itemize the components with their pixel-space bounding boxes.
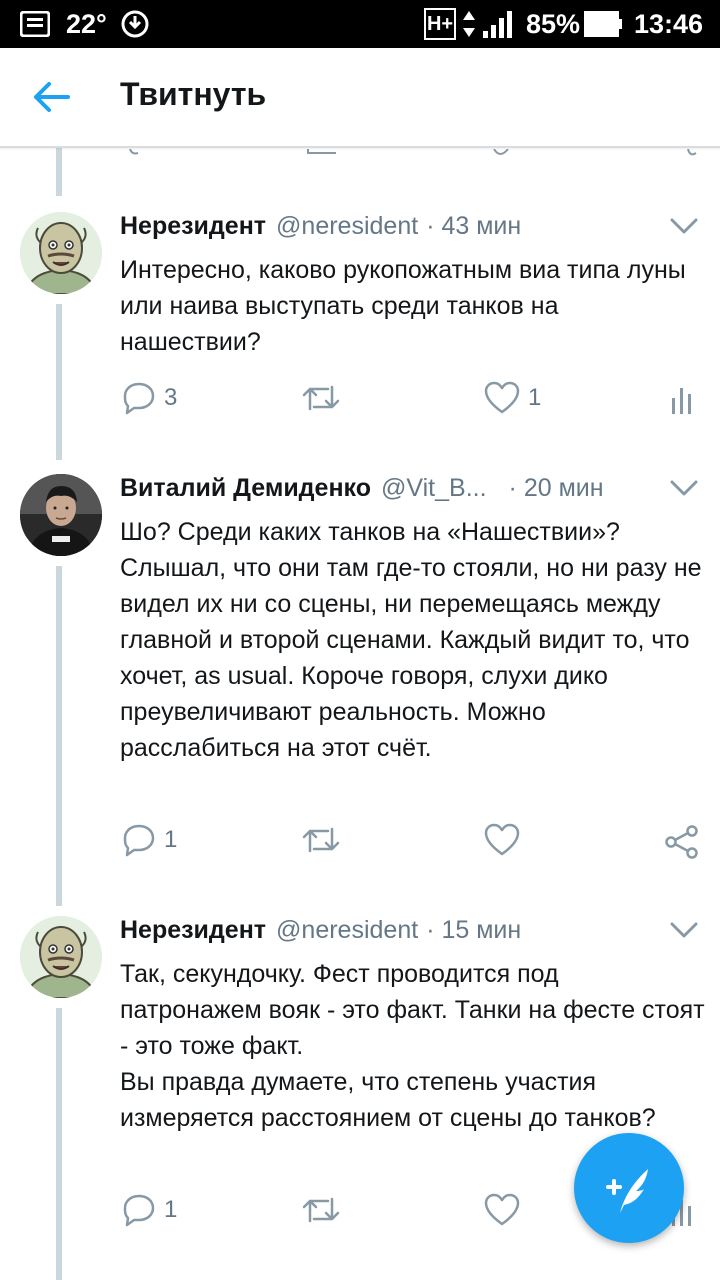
analytics-button[interactable] <box>670 380 694 420</box>
signal-icon <box>482 0 516 48</box>
battery-icon <box>584 0 624 48</box>
sync-icon <box>120 0 150 48</box>
retweet-button[interactable] <box>300 378 342 418</box>
page-title: Твитнуть <box>120 76 267 112</box>
reply-count: 1 <box>164 1196 178 1223</box>
app-bar: Твитнуть <box>0 48 720 148</box>
reply-button[interactable]: 1 <box>122 1190 177 1230</box>
tweet[interactable]: Виталий Демиденко @Vit_B... · 20 мин Шо?… <box>0 474 720 874</box>
compose-tweet-button[interactable] <box>574 1133 684 1243</box>
chevron-down-icon <box>670 480 698 496</box>
avatar-photo-man-image <box>20 474 102 556</box>
retweet-icon <box>302 385 340 411</box>
thread-line <box>56 146 62 196</box>
network-type-badge: H+ <box>424 0 456 48</box>
back-arrow-icon <box>34 82 70 112</box>
battery-percent: 85% <box>526 8 581 39</box>
author-name[interactable]: Виталий Демиденко <box>120 474 371 503</box>
tweet-menu-button[interactable] <box>668 214 700 238</box>
reply-count: 1 <box>164 826 178 853</box>
chevron-down-icon <box>670 922 698 938</box>
reply-icon <box>123 824 155 857</box>
reply-count: 3 <box>164 384 178 411</box>
tweet-menu-button[interactable] <box>668 918 700 942</box>
tweet-text: Так, секундочку. Фест проводится под пат… <box>120 960 705 1132</box>
avatar[interactable] <box>20 212 102 294</box>
heart-icon <box>484 381 520 414</box>
avatar[interactable] <box>20 474 102 556</box>
tweet-time: · 15 мин <box>426 916 522 944</box>
avatar[interactable] <box>20 916 102 998</box>
heart-icon <box>484 1193 520 1226</box>
author-name[interactable]: Нерезидент <box>120 916 266 945</box>
previous-tweet-actions <box>0 148 720 160</box>
reply-button[interactable]: 1 <box>122 820 177 860</box>
weather-temperature: 22° <box>66 8 107 39</box>
tweet-time: · 43 мин <box>426 212 522 240</box>
tweet-menu-button[interactable] <box>668 476 700 500</box>
author-handle[interactable]: @Vit_B... <box>381 474 487 503</box>
reply-button[interactable]: 3 <box>122 378 177 418</box>
like-count: 1 <box>528 384 542 411</box>
analytics-icon <box>672 388 691 414</box>
author-handle[interactable]: @neresident <box>276 916 418 945</box>
share-icon <box>665 825 698 859</box>
tweet-header: Нерезидент @neresident · 43 мин <box>120 212 680 248</box>
notification-icon <box>20 0 50 48</box>
like-button[interactable] <box>484 820 528 860</box>
heart-icon <box>484 823 520 856</box>
chevron-down-icon <box>670 218 698 234</box>
avatar-cartoon-man-image <box>20 916 102 998</box>
retweet-button[interactable] <box>300 1190 342 1230</box>
data-arrows-icon <box>462 0 476 48</box>
tweet-text: Интересно, каково рукопожатным виа типа … <box>120 256 693 356</box>
clock: 13:46 <box>634 8 704 39</box>
network-type-label: H+ <box>424 8 456 40</box>
author-handle[interactable]: @neresident <box>276 212 418 241</box>
back-button[interactable] <box>28 76 76 118</box>
avatar-cartoon-man-image <box>20 212 102 294</box>
status-bar: 22° H+ 85% 13:46 <box>0 0 720 48</box>
retweet-icon <box>302 827 340 853</box>
like-button[interactable]: 1 <box>484 378 541 418</box>
reply-icon <box>123 1194 155 1227</box>
retweet-icon <box>302 1197 340 1223</box>
like-button[interactable] <box>484 1190 528 1230</box>
author-name[interactable]: Нерезидент <box>120 212 266 241</box>
tweet-header: Нерезидент @neresident · 15 мин <box>120 916 680 952</box>
tweet-header: Виталий Демиденко @Vit_B... · 20 мин <box>120 474 680 510</box>
compose-feather-icon <box>606 1169 648 1213</box>
share-button[interactable] <box>664 822 700 862</box>
tweet[interactable]: Нерезидент @neresident · 43 мин Интересн… <box>0 212 720 442</box>
reply-icon <box>123 382 155 415</box>
tweet-text: Шо? Среди каких танков на «Нашествии»? С… <box>120 518 709 762</box>
tweet-time: · 20 мин <box>508 474 604 502</box>
retweet-button[interactable] <box>300 820 342 860</box>
